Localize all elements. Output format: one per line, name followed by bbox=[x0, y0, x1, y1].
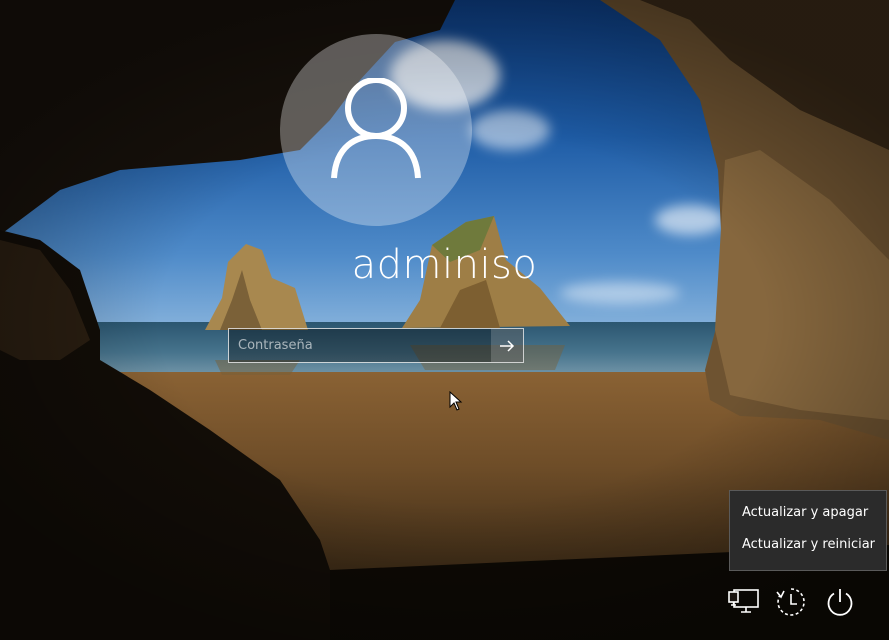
user-avatar bbox=[280, 34, 472, 226]
menu-item-update-and-restart[interactable]: Actualizar y reiniciar bbox=[730, 529, 886, 561]
power-options-menu: Actualizar y apagar Actualizar y reinici… bbox=[729, 490, 887, 571]
network-button[interactable] bbox=[724, 582, 764, 622]
arrow-right-icon bbox=[500, 339, 515, 352]
mouse-cursor-icon bbox=[449, 391, 463, 411]
ease-of-access-button[interactable] bbox=[771, 582, 811, 622]
power-icon bbox=[827, 589, 853, 616]
menu-item-update-and-shutdown[interactable]: Actualizar y apagar bbox=[730, 497, 886, 529]
user-icon bbox=[331, 78, 421, 179]
user-name: adminiso bbox=[351, 242, 538, 288]
network-icon bbox=[728, 589, 759, 613]
submit-button[interactable] bbox=[491, 329, 523, 362]
ease-of-access-icon bbox=[776, 588, 805, 616]
power-button[interactable] bbox=[820, 582, 860, 622]
password-input[interactable] bbox=[229, 329, 491, 362]
password-box bbox=[228, 328, 524, 363]
